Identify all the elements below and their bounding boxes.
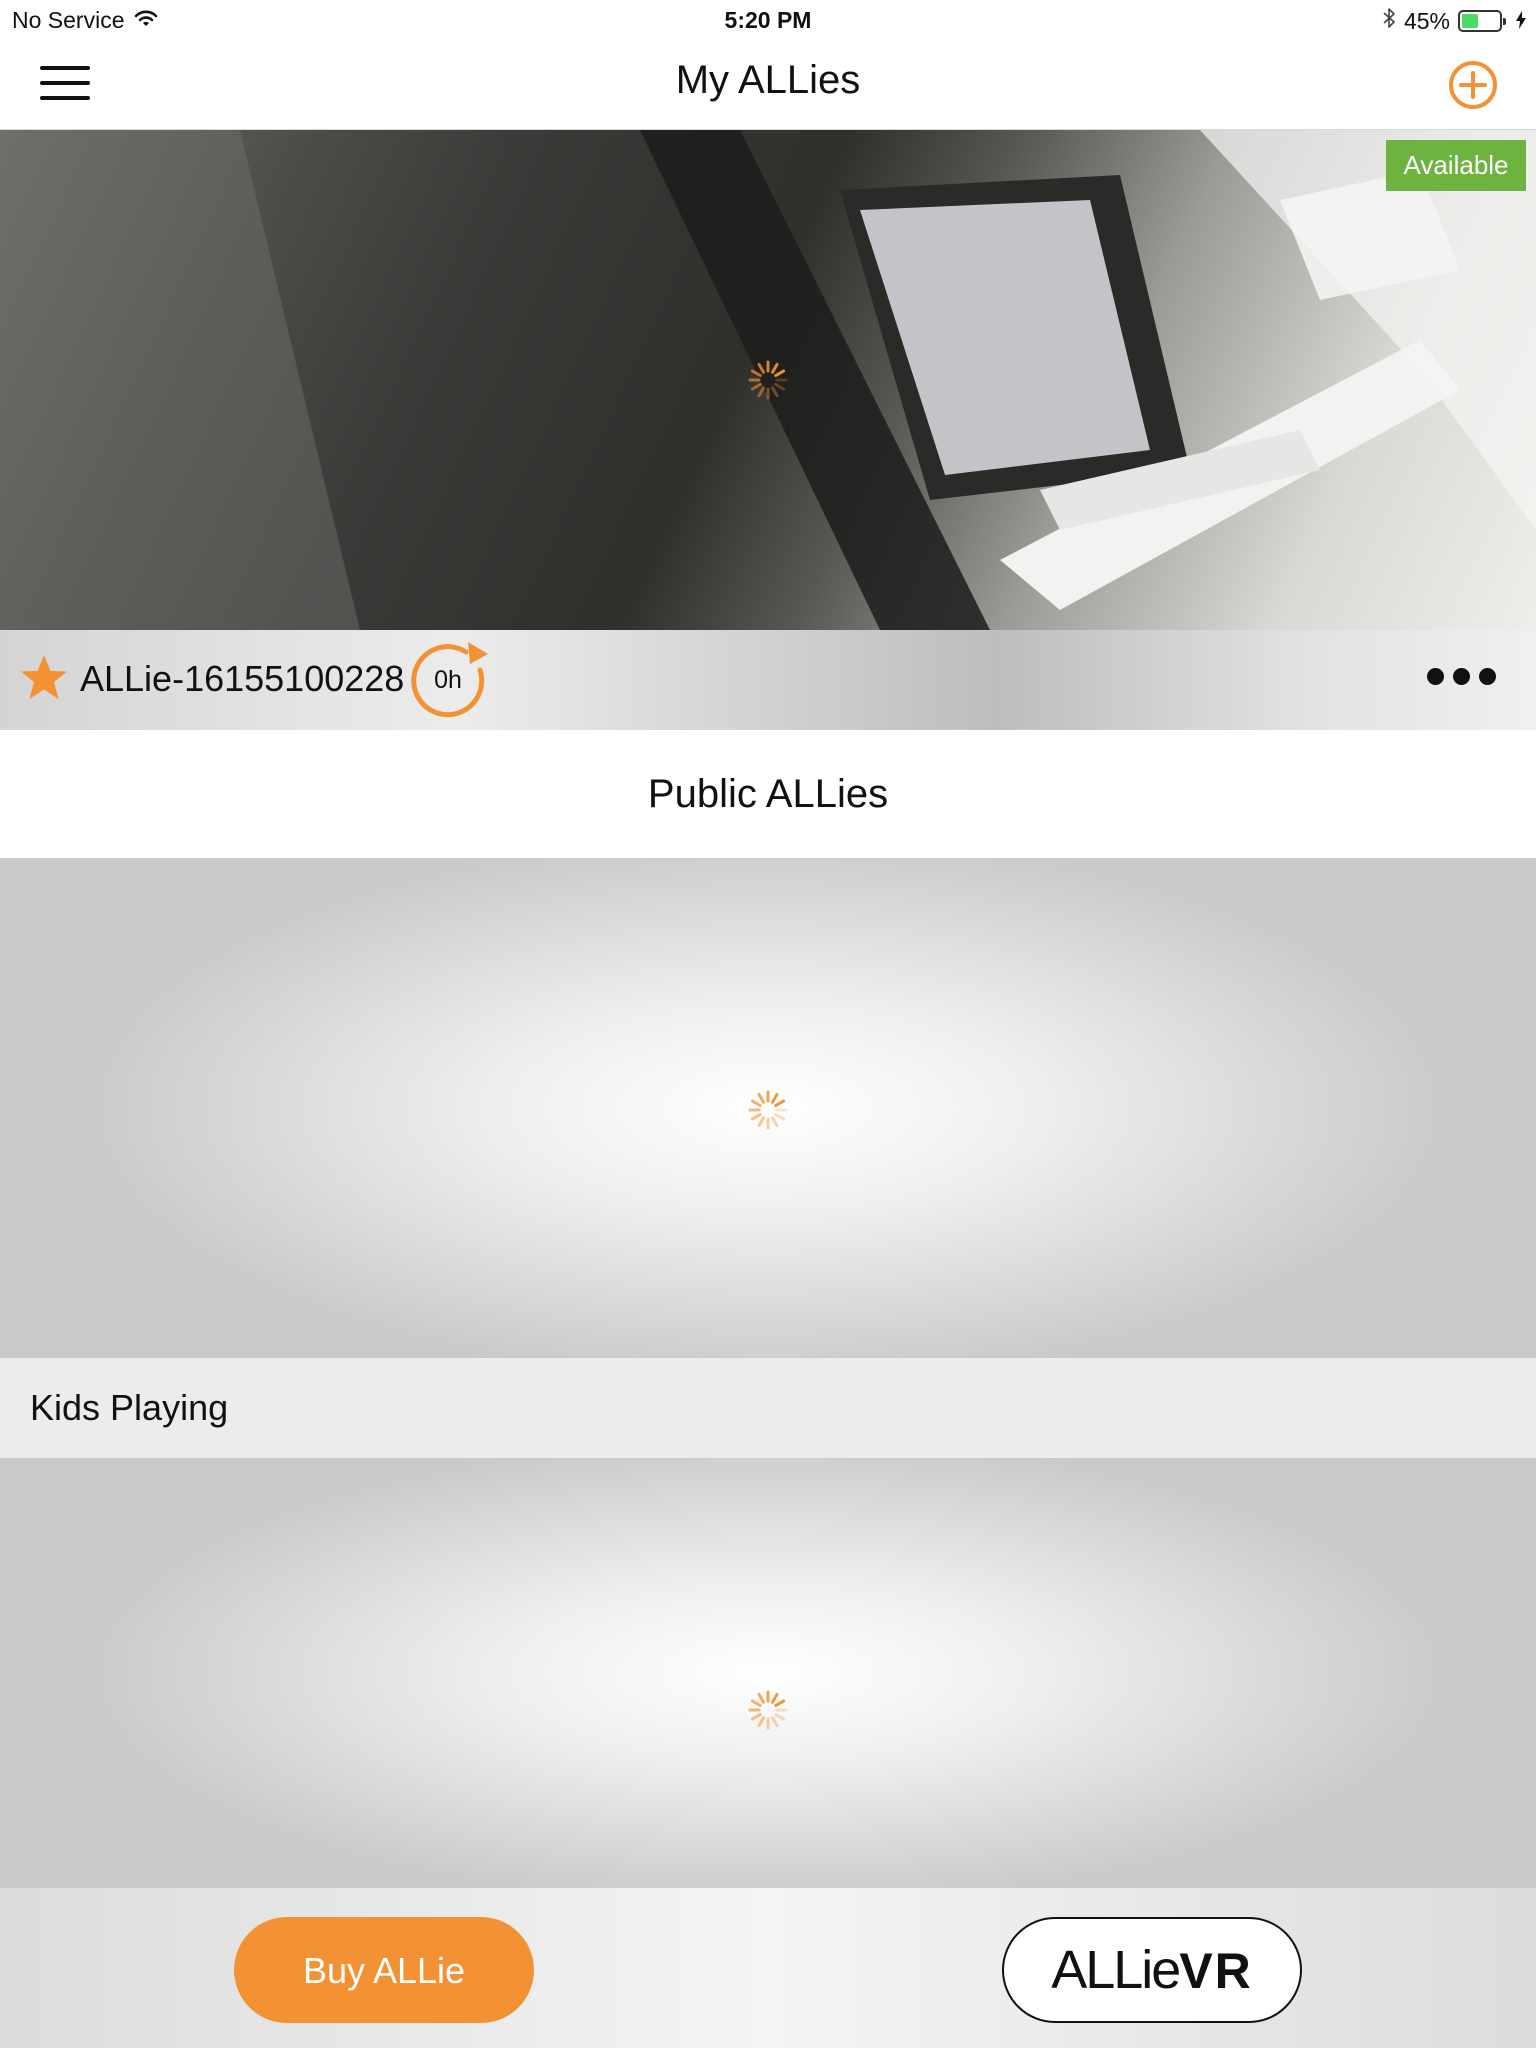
- buy-allie-button[interactable]: Buy ALLie: [234, 1917, 534, 2023]
- loading-spinner-icon: [747, 1689, 789, 1731]
- public-camera-label: Kids Playing: [0, 1358, 1536, 1458]
- loading-spinner-icon: [747, 359, 789, 401]
- camera-name: ALLie-16155100228: [80, 658, 405, 699]
- camera-info-bar: ALLie-16155100228 0h: [0, 630, 1536, 730]
- vr-logo-text: ALLie: [1051, 1940, 1181, 2000]
- status-bar: No Service 5:20 PM 45%: [0, 0, 1536, 40]
- charging-bolt-icon: [1516, 8, 1526, 35]
- battery-icon: [1458, 10, 1506, 32]
- add-camera-button[interactable]: [1448, 60, 1498, 110]
- section-title-public: Public ALLies: [0, 730, 1536, 858]
- status-badge: Available: [1386, 140, 1526, 191]
- more-dots-icon[interactable]: [1427, 668, 1496, 685]
- battery-percent: 45%: [1403, 7, 1450, 34]
- camera-live-view[interactable]: Available: [0, 130, 1536, 630]
- status-right: 45%: [1382, 7, 1526, 35]
- page-title: My ALLies: [675, 58, 861, 102]
- bluetooth-icon: [1382, 7, 1396, 35]
- loading-spinner-icon: [747, 1089, 789, 1131]
- nav-bar: My ALLies: [0, 40, 1536, 130]
- battery-fill: [1462, 14, 1479, 28]
- status-time: 5:20 PM: [724, 7, 812, 33]
- plus-circle-icon: [1449, 61, 1497, 109]
- allie-vr-button[interactable]: ALLieVR: [1002, 1917, 1302, 2023]
- timer-label: 0h: [434, 666, 462, 694]
- bottom-bar: Buy ALLie ALLieVR: [0, 1888, 1536, 2048]
- public-camera-view[interactable]: [0, 1458, 1536, 1888]
- public-camera-view[interactable]: [0, 858, 1536, 1358]
- vr-logo-suffix: VR: [1179, 1943, 1253, 1999]
- star-icon[interactable]: [18, 652, 70, 704]
